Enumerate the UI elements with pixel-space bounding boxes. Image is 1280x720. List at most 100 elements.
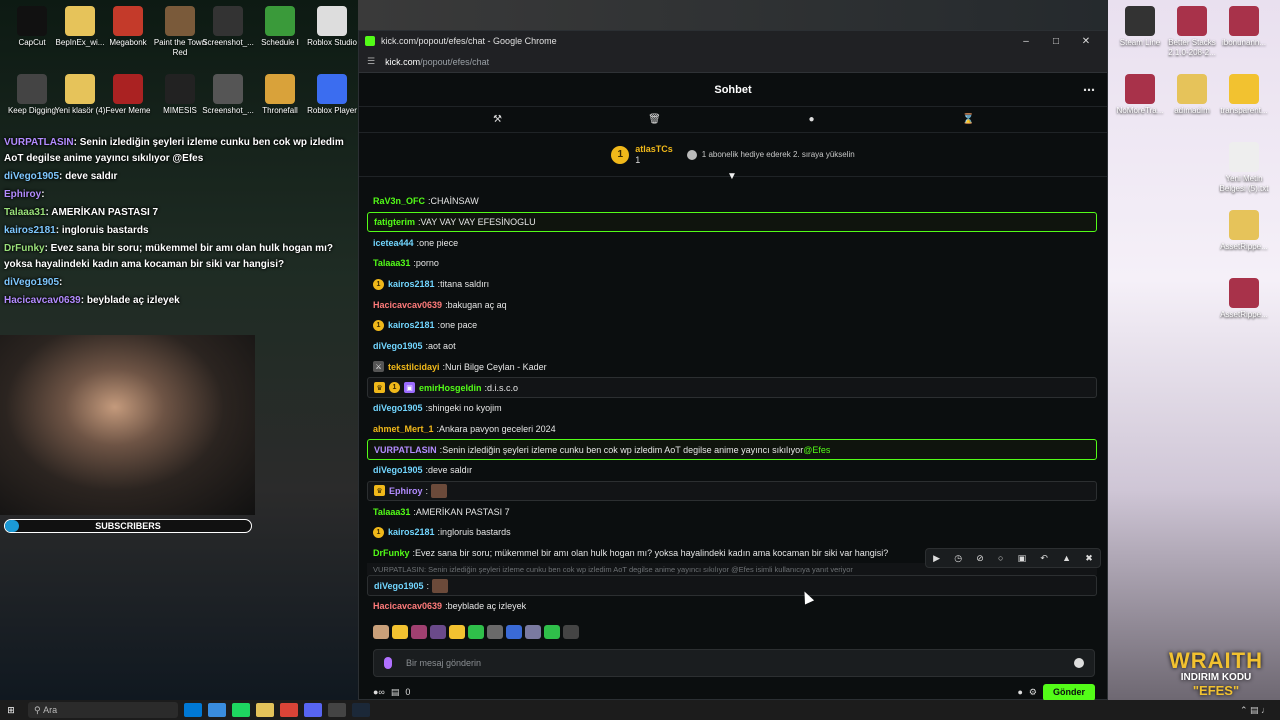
desktop-icon[interactable]: Steam Line [1112, 6, 1168, 48]
chat-message[interactable]: icetea444: one piece [367, 232, 1097, 253]
emote-icon[interactable] [506, 625, 522, 639]
emote-icon[interactable] [487, 625, 503, 639]
desktop-icon[interactable]: adımadım [1164, 74, 1220, 116]
chat-username[interactable]: Hacicavcav0639 [373, 300, 442, 310]
desktop-icon[interactable]: Megabonk [100, 6, 156, 48]
desktop-icon[interactable]: Yeni Metin Belgesi (5).txt [1216, 142, 1272, 194]
chat-message[interactable]: Hacicavcav0639: beyblade aç izleyek [367, 596, 1097, 617]
chat-message[interactable]: ahmet_Mert_1: Ankara pavyon geceleri 202… [367, 419, 1097, 440]
emote-icon[interactable] [525, 625, 541, 639]
chat-message[interactable]: diVego1905: aot aot [367, 336, 1097, 357]
chat-message[interactable]: ♛ 1 ▣ emirHosgeldin: d.i.s.c.o [367, 377, 1097, 398]
chat-message[interactable]: 1 kairos2181: titana saldırı [367, 274, 1097, 295]
chat-mention[interactable]: @Efes [803, 445, 830, 455]
chat-username[interactable]: diVego1905 [373, 465, 423, 475]
chat-message[interactable]: Hacicavcav0639: bakugan aç aq [367, 294, 1097, 315]
mute-icon[interactable]: ⊘ [976, 553, 984, 564]
chat-message[interactable]: RaV3n_OFC: CHAİNSAW [367, 191, 1097, 212]
chat-username[interactable]: DrFunky [373, 548, 410, 558]
minimize-icon[interactable]: – [1011, 36, 1041, 47]
chat-username[interactable]: kairos2181 [388, 320, 435, 330]
taskbar-search[interactable]: ⚲ Ara [28, 702, 178, 718]
desktop-icon[interactable]: Screenshot_... [200, 6, 256, 48]
desktop-icon[interactable]: AssetRippe... [1216, 278, 1272, 320]
chat-username[interactable]: kairos2181 [388, 279, 435, 289]
chat-username[interactable]: RaV3n_OFC [373, 196, 425, 206]
explorer-icon[interactable] [208, 703, 226, 717]
chat-message[interactable]: diVego1905: [367, 575, 1097, 597]
steam-icon[interactable] [352, 703, 370, 717]
desktop-icon[interactable]: ibonunann... [1216, 6, 1272, 48]
microphone-icon[interactable] [384, 657, 392, 669]
chat-username[interactable]: Hacicavcav0639 [373, 601, 442, 611]
clock-icon[interactable]: ◷ [954, 553, 962, 564]
emote-icon[interactable] [449, 625, 465, 639]
chat-username[interactable]: ahmet_Mert_1 [373, 424, 434, 434]
send-button[interactable]: Gönder [1042, 683, 1095, 701]
emote-icon[interactable] [563, 625, 579, 639]
desktop-icon[interactable]: Fever Meme [100, 74, 156, 116]
desktop-icon[interactable]: Better Stacks 2.1.0-208-2... [1164, 6, 1220, 58]
chat-username[interactable]: Ephiroy [389, 486, 423, 496]
emote-icon[interactable] [468, 625, 484, 639]
hammer-icon[interactable]: ⚒ [490, 112, 506, 128]
address-bar[interactable]: ☰ kick.com /popout/efes/chat [359, 51, 1107, 73]
chat-username[interactable]: diVego1905 [373, 341, 423, 351]
chat-bubble-icon[interactable]: ● [804, 112, 820, 128]
chat-message[interactable]: ♛ Ephiroy: [367, 480, 1097, 502]
chat-username[interactable]: tekstilcidayi [388, 362, 440, 372]
close-icon[interactable]: ✕ [1071, 36, 1101, 47]
desktop-icon[interactable]: NoMoreTra... [1112, 74, 1168, 116]
desktop-icon[interactable]: Roblox Player [304, 74, 360, 116]
spotify-icon[interactable] [232, 703, 250, 717]
gift-box-icon[interactable]: ▤ [391, 687, 400, 698]
emote-icon[interactable] [373, 625, 389, 639]
desktop-icon[interactable]: Roblox Studio [304, 6, 360, 48]
emote-icon[interactable] [544, 625, 560, 639]
reply-icon[interactable]: ○ [998, 553, 1003, 563]
edge-icon[interactable] [184, 703, 202, 717]
desktop-icon[interactable]: transparent... [1216, 74, 1272, 116]
chat-username[interactable]: Talaaa31 [373, 507, 410, 517]
desktop-icon[interactable]: Schedule I [252, 6, 308, 48]
points-icon[interactable]: ●∞ [373, 687, 385, 697]
chat-username[interactable]: VURPATLASIN [374, 445, 437, 455]
emote-icon[interactable] [392, 625, 408, 639]
chat-username[interactable]: diVego1905 [373, 403, 423, 413]
more-options-icon[interactable]: ⋯ [1083, 83, 1095, 97]
chat-message[interactable]: ⚔ tekstilcidayi: Nuri Bilge Ceylan - Kade… [367, 357, 1097, 378]
chat-settings-bubble-icon[interactable]: ● [1017, 687, 1022, 697]
chat-message[interactable]: Talaaa31: porno [367, 253, 1097, 274]
play-icon[interactable]: ▶ [933, 553, 940, 564]
emote-icon[interactable] [411, 625, 427, 639]
chat-message[interactable]: 1 kairos2181: ingloruis bastards [367, 522, 1097, 543]
trash-icon[interactable]: 🗑 [647, 112, 663, 128]
desktop-icon[interactable]: Screenshot_... [200, 74, 256, 116]
system-tray[interactable]: ⌃ ▤ ♩ [1240, 705, 1270, 716]
chat-message[interactable]: Talaaa31: AMERİKAN PASTASI 7 [367, 501, 1097, 522]
pin-icon[interactable]: ▲ [1062, 553, 1071, 563]
emote-icon[interactable] [430, 625, 446, 639]
undo-icon[interactable]: ↶ [1040, 553, 1048, 564]
chat-message[interactable]: 1 kairos2181: one pace [367, 315, 1097, 336]
chat-username[interactable]: icetea444 [373, 238, 414, 248]
obs-icon[interactable] [328, 703, 346, 717]
chat-username[interactable]: emirHosgeldin [419, 383, 482, 393]
emoji-picker-icon[interactable] [1074, 658, 1084, 668]
chat-message[interactable]: fatigterim: VAY VAY VAY EFESİNOGLU [367, 211, 1097, 233]
desktop-icon[interactable]: AssetRippe... [1216, 210, 1272, 252]
collapse-icon[interactable]: ▼ [727, 171, 737, 182]
discord-icon[interactable] [304, 703, 322, 717]
chat-username[interactable]: fatigterim [374, 217, 415, 227]
gift-leaderboard[interactable]: 1 atlasTCs 1 1 abonelik hediye ederek 2.… [359, 133, 1107, 182]
chat-message[interactable]: VURPATLASIN: Senin izlediğin şeyleri izl… [367, 439, 1097, 460]
start-button-icon[interactable]: ⊞ [0, 705, 22, 716]
chat-input[interactable] [406, 658, 1074, 668]
chrome-icon[interactable] [280, 703, 298, 717]
settings-gear-icon[interactable]: ⚙ [1029, 687, 1037, 698]
delete-icon[interactable]: ✖ [1085, 553, 1093, 564]
chat-username[interactable]: kairos2181 [388, 527, 435, 537]
folder-icon[interactable] [256, 703, 274, 717]
copy-icon[interactable]: ▣ [1018, 553, 1027, 564]
chat-username[interactable]: diVego1905 [374, 581, 424, 591]
